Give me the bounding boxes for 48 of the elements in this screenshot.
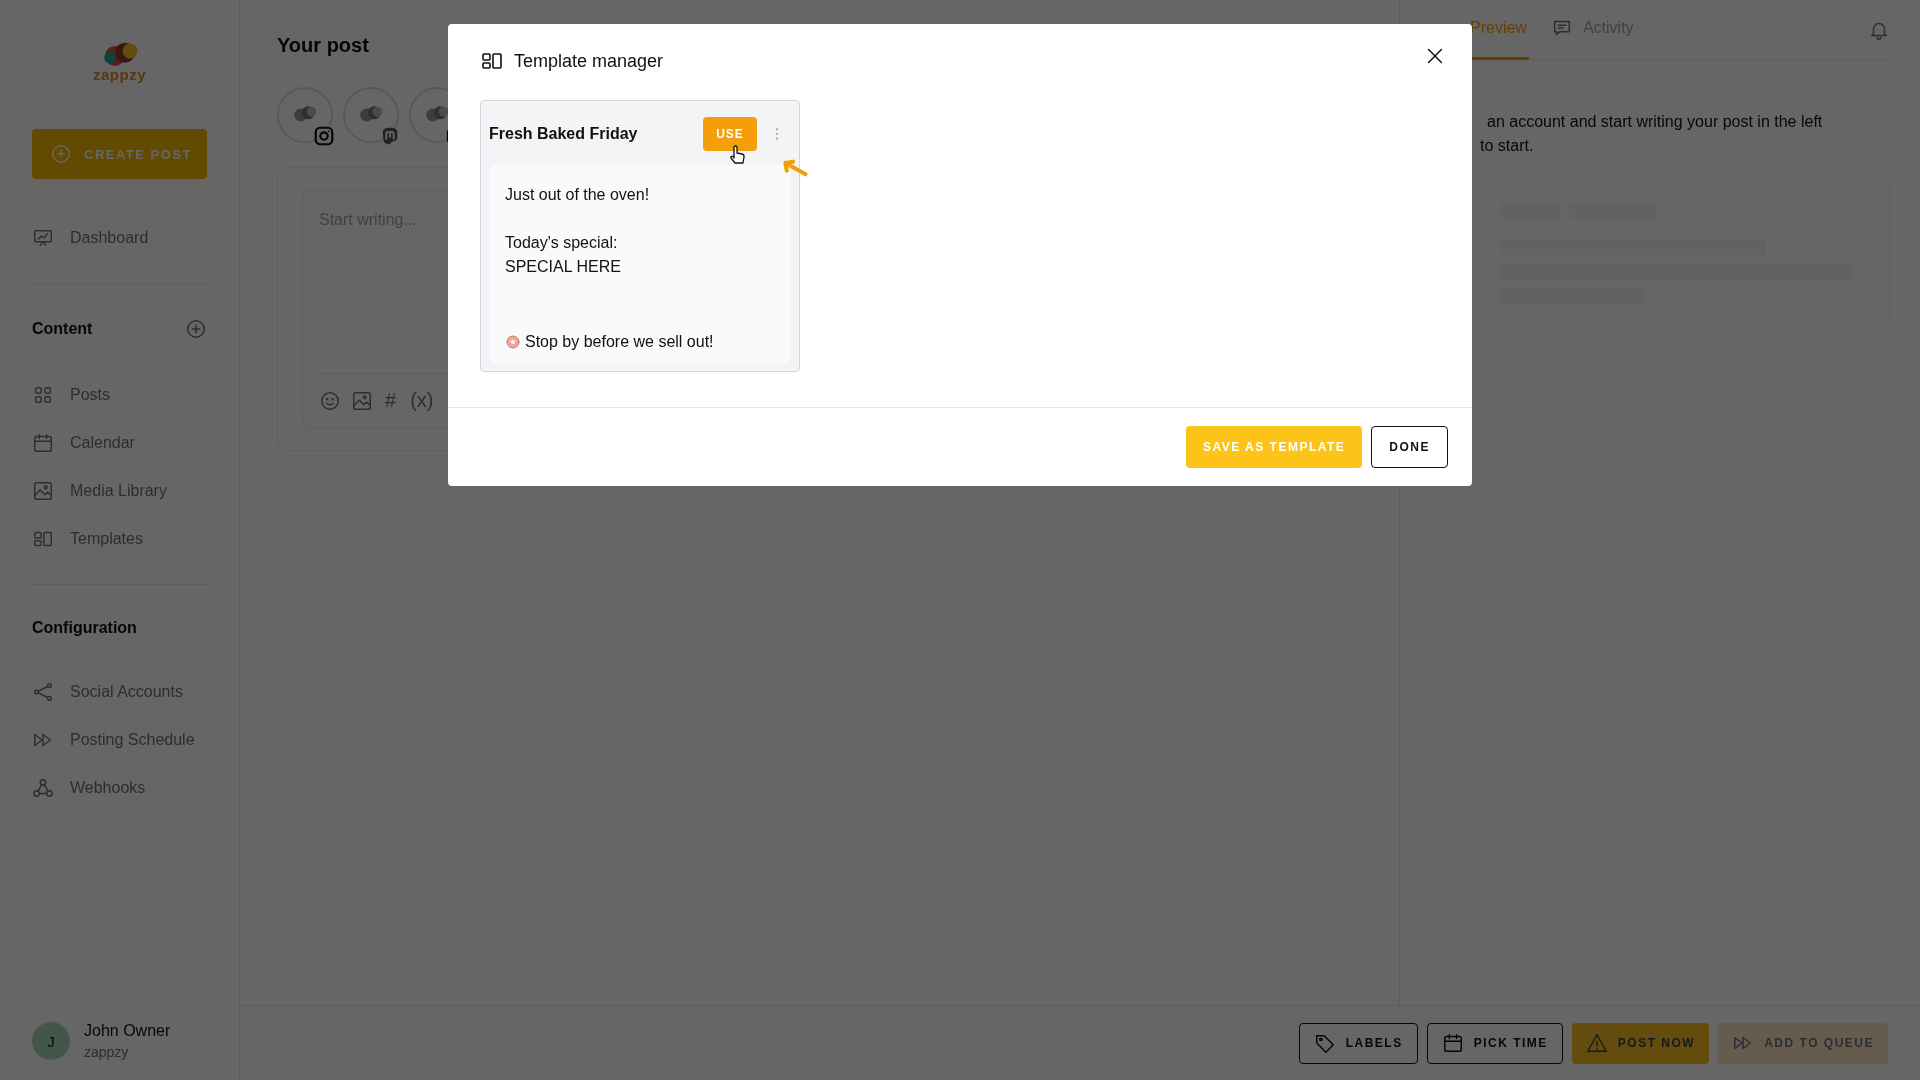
share-icon xyxy=(32,681,54,703)
insert-button[interactable]: (x) xyxy=(408,389,436,412)
section-title: Configuration xyxy=(32,619,137,637)
nav-item[interactable]: Dashboard xyxy=(32,227,207,249)
calendar-icon xyxy=(1441,1032,1464,1054)
nav-item[interactable]: Posts xyxy=(32,384,207,406)
action-button[interactable]: ADD TO QUEUE xyxy=(1718,1022,1888,1064)
grid-icon xyxy=(32,384,54,406)
use-button[interactable]: USE xyxy=(703,117,757,151)
instagram-icon xyxy=(313,125,335,147)
smiley-icon[interactable] xyxy=(319,389,341,412)
warning-icon xyxy=(1585,1032,1608,1054)
nav-item[interactable]: Webhooks xyxy=(32,777,207,799)
section-title: Content xyxy=(32,320,93,338)
nav-item[interactable]: Posting Schedule xyxy=(32,729,207,751)
nav-item[interactable]: Social Accounts xyxy=(32,681,207,703)
done-button[interactable]: DONE xyxy=(1371,426,1448,468)
template-text: Stop by before we sell out! xyxy=(525,333,714,351)
image-icon xyxy=(32,480,54,502)
post-title: Your post xyxy=(277,34,370,57)
nav-item[interactable]: Media Library xyxy=(32,480,207,502)
account-avatar[interactable] xyxy=(277,87,333,143)
user-org: zappzy xyxy=(84,1044,130,1060)
chart-icon xyxy=(32,227,54,249)
tag-icon xyxy=(1313,1032,1336,1054)
logo-text: zappzy xyxy=(93,66,146,83)
preview-message: an account and start writing your post in the left xyxy=(1486,112,1824,132)
action-button[interactable]: LABELS xyxy=(1298,1022,1418,1064)
calendar-icon xyxy=(32,432,54,454)
insert-button[interactable]: # xyxy=(383,389,399,412)
preview-message: to start. xyxy=(1479,136,1535,156)
webhook-icon xyxy=(32,777,54,799)
action-button[interactable]: POST NOW xyxy=(1571,1022,1710,1064)
account-avatar[interactable] xyxy=(343,87,399,143)
image-icon[interactable] xyxy=(351,389,373,412)
add-icon[interactable] xyxy=(185,318,207,340)
nav-item[interactable]: Calendar xyxy=(32,432,207,454)
nav-item[interactable]: Templates xyxy=(32,528,207,550)
modal-title: Template manager xyxy=(514,50,665,72)
save-template-button[interactable]: SAVE AS TEMPLATE xyxy=(1185,426,1363,468)
user-avatar: J xyxy=(32,1022,70,1060)
plus-circle-icon xyxy=(50,143,72,165)
create-post-button[interactable]: CREATE POST xyxy=(32,129,207,179)
user-name: John Owner xyxy=(84,1022,171,1040)
template-name: Fresh Baked Friday xyxy=(489,125,639,143)
template-text: Just out of the oven! Today's special: SPECIAL HERE xyxy=(505,185,651,277)
action-button[interactable]: PICK TIME xyxy=(1426,1022,1563,1064)
donut-icon xyxy=(505,334,521,350)
